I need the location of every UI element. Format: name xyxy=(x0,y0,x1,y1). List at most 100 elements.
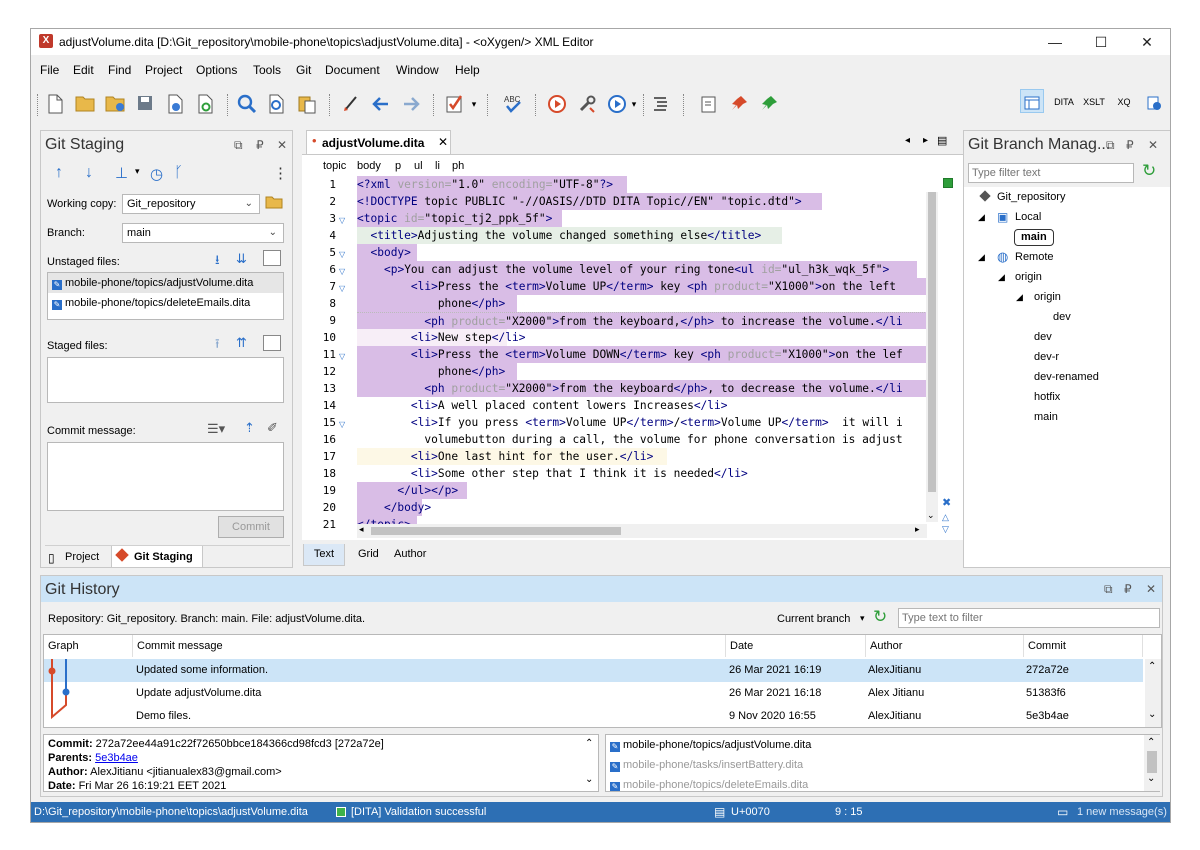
status-validation[interactable]: [DITA] Validation successful xyxy=(351,806,486,818)
save-icon[interactable] xyxy=(135,94,155,114)
vertical-scrollbar[interactable]: ⌄ xyxy=(926,192,938,522)
fold-icon[interactable]: ▽ xyxy=(339,267,345,276)
stage-all-icon[interactable]: ⇊ xyxy=(236,251,247,267)
select-element-icon[interactable] xyxy=(341,94,361,114)
files-scrollbar[interactable]: ⌃ ⌄ xyxy=(1144,735,1160,791)
close-tab-icon[interactable]: ✕ xyxy=(438,135,448,149)
minimize-button[interactable]: — xyxy=(1032,29,1078,55)
breadcrumb-item[interactable]: ul xyxy=(414,160,423,172)
stash-icon[interactable]: ⊥ xyxy=(115,164,128,182)
table-row[interactable]: Update adjustVolume.dita 26 Mar 2021 16:… xyxy=(44,682,1143,705)
tree-branch[interactable]: main xyxy=(1034,411,1058,423)
pin-panel-icon[interactable]: ₽ xyxy=(1124,582,1132,596)
dita-perspective-button[interactable]: DITA xyxy=(1052,89,1076,113)
browse-folder-icon[interactable] xyxy=(265,195,283,209)
scrollbar-thumb[interactable] xyxy=(928,192,936,492)
breadcrumb-item[interactable]: topic xyxy=(323,160,346,172)
configure-transformation-icon[interactable] xyxy=(577,94,597,114)
branch-select[interactable]: main ⌄ xyxy=(122,223,284,243)
menu-edit[interactable]: Edit xyxy=(73,63,94,77)
tree-origin[interactable]: origin xyxy=(1015,271,1042,283)
schema-icon[interactable] xyxy=(699,94,719,114)
current-branch-filter[interactable]: Current branch xyxy=(777,613,850,625)
expand-icon[interactable]: ◢ xyxy=(998,272,1005,283)
previous-messages-icon[interactable]: ☰▾ xyxy=(207,421,225,437)
close-panel-icon[interactable]: ✕ xyxy=(1146,582,1156,596)
clear-brush-icon[interactable]: ✐ xyxy=(267,420,278,436)
menu-file[interactable]: File xyxy=(40,63,59,77)
staged-files-list[interactable] xyxy=(47,357,284,403)
back-arrow-icon[interactable] xyxy=(371,94,391,114)
working-copy-select[interactable]: Git_repository ⌄ xyxy=(122,194,260,214)
scroll-down-icon[interactable]: ⌄ xyxy=(1148,709,1156,720)
debug-transformation-icon[interactable] xyxy=(607,94,627,114)
menu-git[interactable]: Git xyxy=(296,63,311,77)
tab-project[interactable]: Project xyxy=(65,551,99,563)
breadcrumb-item[interactable]: li xyxy=(435,160,440,172)
menu-document[interactable]: Document xyxy=(325,63,380,77)
chevron-down-icon[interactable]: ▾ xyxy=(860,613,865,624)
next-error-icon[interactable]: ▽ xyxy=(942,524,949,535)
parent-commit-link[interactable]: 5e3b4ae xyxy=(95,752,138,764)
tree-branch[interactable]: dev xyxy=(1053,311,1071,323)
table-row[interactable]: Demo files. 9 Nov 2020 16:55 AlexJitianu… xyxy=(44,705,1143,728)
message-icon[interactable]: ▭ xyxy=(1057,805,1068,819)
tree-remote[interactable]: Remote xyxy=(1015,251,1054,263)
prev-error-icon[interactable]: △ xyxy=(942,512,949,523)
menu-project[interactable]: Project xyxy=(145,63,182,77)
fold-icon[interactable]: ▽ xyxy=(339,284,345,293)
menu-options[interactable]: Options xyxy=(196,63,237,77)
tree-branch[interactable]: dev xyxy=(1034,331,1052,343)
tree-branch[interactable]: dev-renamed xyxy=(1034,371,1099,383)
scroll-down-icon[interactable]: ⌄ xyxy=(1147,773,1155,784)
menu-window[interactable]: Window xyxy=(396,63,439,77)
unstage-selected-icon[interactable]: ⭱ xyxy=(215,335,220,357)
float-panel-icon[interactable]: ⧉ xyxy=(1106,138,1115,153)
close-button[interactable]: ✕ xyxy=(1124,29,1170,55)
validate-icon[interactable] xyxy=(445,94,465,114)
error-marker-icon[interactable]: ✖ xyxy=(942,496,951,509)
hscroll-thumb[interactable] xyxy=(371,527,621,535)
tab-git-staging[interactable]: Git Staging xyxy=(111,546,203,568)
column-commit-message[interactable]: Commit message xyxy=(133,635,726,657)
tree-local-main[interactable]: main xyxy=(1014,229,1054,246)
scrollbar-thumb[interactable] xyxy=(1147,751,1157,773)
transform-dropdown-icon[interactable]: ▾ xyxy=(629,94,639,114)
editor-perspective-button[interactable] xyxy=(1020,89,1044,113)
amend-icon[interactable]: ⇡ xyxy=(244,420,255,436)
stash-dropdown-icon[interactable]: ▾ xyxy=(135,166,140,177)
pin-green-icon[interactable] xyxy=(759,94,779,114)
expand-icon[interactable]: ◢ xyxy=(978,212,985,223)
maximize-button[interactable]: ☐ xyxy=(1078,29,1124,55)
refresh-icon[interactable]: ↻ xyxy=(873,607,887,627)
stage-selected-icon[interactable]: ⭳ xyxy=(215,251,220,273)
apply-transformation-icon[interactable] xyxy=(547,94,567,114)
pin-panel-icon[interactable]: ₽ xyxy=(1126,138,1134,152)
scroll-up-icon[interactable]: ⌃ xyxy=(585,737,593,751)
unstaged-file-item[interactable]: ✎ mobile-phone/topics/deleteEmails.dita xyxy=(48,293,283,313)
float-panel-icon[interactable]: ⧉ xyxy=(1104,582,1113,597)
changed-file-item[interactable]: ✎ mobile-phone/tasks/insertBattery.dita xyxy=(606,755,1159,775)
history-scrollbar[interactable]: ⌃ ⌄ xyxy=(1145,659,1161,727)
tree-local[interactable]: Local xyxy=(1015,211,1041,223)
branch-filter-input[interactable] xyxy=(968,163,1134,183)
scroll-up-icon[interactable]: ⌃ xyxy=(1147,737,1155,748)
xslt-perspective-button[interactable]: XSLT xyxy=(1082,89,1106,113)
commit-button[interactable]: Commit xyxy=(218,516,284,538)
push-down-icon[interactable]: ↓ xyxy=(85,164,93,182)
commit-message-input[interactable] xyxy=(47,442,284,511)
breadcrumb-item[interactable]: p xyxy=(395,160,401,172)
breadcrumb-item[interactable]: ph xyxy=(452,160,464,172)
text-editor[interactable]: ▽ ▽ ▽ ▽ ▽ ▽ 1 2 3 4 5 6 7 8 9 10 11 12 13 14 15 16 17 18 1… xyxy=(302,176,983,540)
pull-icon[interactable]: ↑ xyxy=(55,164,63,182)
refresh-icon[interactable]: ↻ xyxy=(1142,161,1156,181)
scroll-left-icon[interactable]: ◂ xyxy=(359,524,364,535)
horizontal-scrollbar[interactable]: ◂ ▸ xyxy=(357,524,927,538)
paste-icon[interactable] xyxy=(297,94,317,114)
tab-grid-mode[interactable]: Grid xyxy=(358,548,379,560)
tab-right-icon[interactable]: ▸ xyxy=(923,135,928,146)
branch-icon[interactable]: ᚴ xyxy=(174,164,183,181)
column-date[interactable]: Date xyxy=(726,635,866,657)
tree-repository[interactable]: Git_repository xyxy=(997,191,1065,203)
tab-list-icon[interactable]: ▤ xyxy=(937,134,947,147)
